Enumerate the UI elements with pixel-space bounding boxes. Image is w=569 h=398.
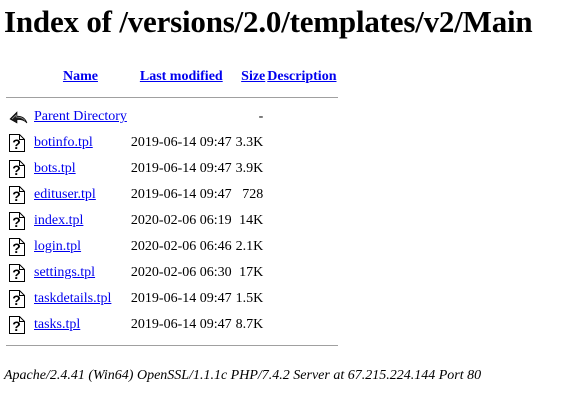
last-modified-column-header: Last modified — [129, 64, 234, 90]
parent-directory-link[interactable]: Parent Directory — [34, 109, 127, 124]
description-column-header: Description — [265, 64, 338, 90]
file-modified: 2019-06-14 09:47 — [130, 135, 232, 150]
svg-text:?: ? — [12, 188, 21, 204]
unknown-file-icon: ? — [8, 289, 26, 309]
file-description — [265, 312, 338, 338]
file-size: 8.7K — [235, 317, 264, 332]
sort-by-name-link[interactable]: Name — [63, 69, 98, 84]
file-name-cell: edituser.tpl — [32, 182, 129, 208]
file-size: 1.5K — [235, 291, 264, 306]
file-icon-cell: ? — [6, 208, 32, 234]
file-icon-cell: ? — [6, 130, 32, 156]
svg-text:?: ? — [12, 266, 21, 282]
file-name-cell: bots.tpl — [32, 156, 129, 182]
sort-by-size-link[interactable]: Size — [241, 69, 265, 84]
file-modified: 2020-02-06 06:19 — [130, 213, 232, 228]
file-description — [265, 208, 338, 234]
file-description — [265, 286, 338, 312]
parent-description-cell — [265, 104, 338, 130]
file-row: ? bots.tpl 2019-06-14 09:47 3.9K — [6, 156, 338, 182]
sort-by-last-modified-link[interactable]: Last modified — [140, 69, 223, 84]
file-icon-cell: ? — [6, 286, 32, 312]
file-link[interactable]: settings.tpl — [34, 265, 95, 280]
file-icon-cell: ? — [6, 182, 32, 208]
file-row: ? botinfo.tpl 2019-06-14 09:47 3.3K — [6, 130, 338, 156]
size-column-header: Size — [234, 64, 265, 90]
file-description — [265, 182, 338, 208]
icon-column-header — [6, 64, 32, 90]
svg-text:?: ? — [12, 318, 21, 334]
parent-modified-cell — [129, 104, 234, 130]
file-link[interactable]: bots.tpl — [34, 161, 76, 176]
name-column-header: Name — [32, 64, 129, 90]
file-row: ? tasks.tpl 2019-06-14 09:47 8.7K — [6, 312, 338, 338]
unknown-file-icon: ? — [8, 159, 26, 179]
file-icon-cell: ? — [6, 260, 32, 286]
footer-divider-cell — [6, 338, 339, 352]
file-size: 14K — [239, 213, 264, 228]
file-description — [265, 260, 338, 286]
file-modified: 2019-06-14 09:47 — [130, 291, 232, 306]
file-name-cell: tasks.tpl — [32, 312, 129, 338]
file-modified: 2020-02-06 06:30 — [130, 265, 232, 280]
header-divider — [6, 96, 339, 98]
svg-text:?: ? — [12, 136, 21, 152]
file-description — [265, 130, 338, 156]
parent-size-cell: - — [258, 109, 264, 124]
unknown-file-icon: ? — [8, 237, 26, 257]
file-link[interactable]: tasks.tpl — [34, 317, 80, 332]
sort-by-description-link[interactable]: Description — [267, 69, 336, 84]
unknown-file-icon: ? — [8, 185, 26, 205]
back-arrow-icon — [8, 107, 28, 127]
header-divider-cell — [6, 90, 339, 104]
file-modified: 2019-06-14 09:47 — [130, 161, 232, 176]
file-name-cell: login.tpl — [32, 234, 129, 260]
file-size: 17K — [239, 265, 264, 280]
file-icon-cell: ? — [6, 234, 32, 260]
file-row: ? edituser.tpl 2019-06-14 09:47 728 — [6, 182, 338, 208]
file-name-cell: index.tpl — [32, 208, 129, 234]
file-description — [265, 156, 338, 182]
file-link[interactable]: index.tpl — [34, 213, 83, 228]
file-row: ? login.tpl 2020-02-06 06:46 2.1K — [6, 234, 338, 260]
unknown-file-icon: ? — [8, 315, 26, 335]
file-name-cell: botinfo.tpl — [32, 130, 129, 156]
page-heading: Index of /versions/2.0/templates/v2/Main — [4, 4, 533, 39]
header-divider-row — [6, 90, 339, 104]
svg-text:?: ? — [12, 214, 21, 230]
parent-directory-row: Parent Directory - — [6, 104, 338, 130]
footer-divider — [6, 344, 339, 346]
unknown-file-icon: ? — [8, 263, 26, 283]
file-link[interactable]: botinfo.tpl — [34, 135, 93, 150]
parent-icon-cell — [6, 104, 32, 130]
file-size: 3.9K — [235, 161, 264, 176]
svg-text:?: ? — [12, 292, 21, 308]
unknown-file-icon: ? — [8, 211, 26, 231]
file-name-cell: taskdetails.tpl — [32, 286, 129, 312]
parent-name-cell: Parent Directory — [32, 104, 129, 130]
file-name-cell: settings.tpl — [32, 260, 129, 286]
file-size: 3.3K — [235, 135, 264, 150]
footer-divider-row — [6, 338, 339, 352]
file-modified: 2019-06-14 09:47 — [130, 187, 232, 202]
file-size: 728 — [242, 187, 264, 202]
file-icon-cell: ? — [6, 312, 32, 338]
unknown-file-icon: ? — [8, 133, 26, 153]
file-link[interactable]: edituser.tpl — [34, 187, 96, 202]
file-row: ? taskdetails.tpl 2019-06-14 09:47 1.5K — [6, 286, 338, 312]
directory-listing: Name Last modified Size Description Pare… — [6, 64, 339, 352]
file-row: ? index.tpl 2020-02-06 06:19 14K — [6, 208, 338, 234]
file-description — [265, 234, 338, 260]
file-size: 2.1K — [235, 239, 264, 254]
file-link[interactable]: login.tpl — [34, 239, 81, 254]
svg-text:?: ? — [12, 162, 21, 178]
file-link[interactable]: taskdetails.tpl — [34, 291, 111, 306]
server-signature: Apache/2.4.41 (Win64) OpenSSL/1.1.1c PHP… — [4, 368, 482, 383]
svg-text:?: ? — [12, 240, 21, 256]
file-modified: 2020-02-06 06:46 — [130, 239, 232, 254]
file-row: ? settings.tpl 2020-02-06 06:30 17K — [6, 260, 338, 286]
header-row: Name Last modified Size Description — [6, 64, 338, 90]
file-icon-cell: ? — [6, 156, 32, 182]
file-modified: 2019-06-14 09:47 — [130, 317, 232, 332]
